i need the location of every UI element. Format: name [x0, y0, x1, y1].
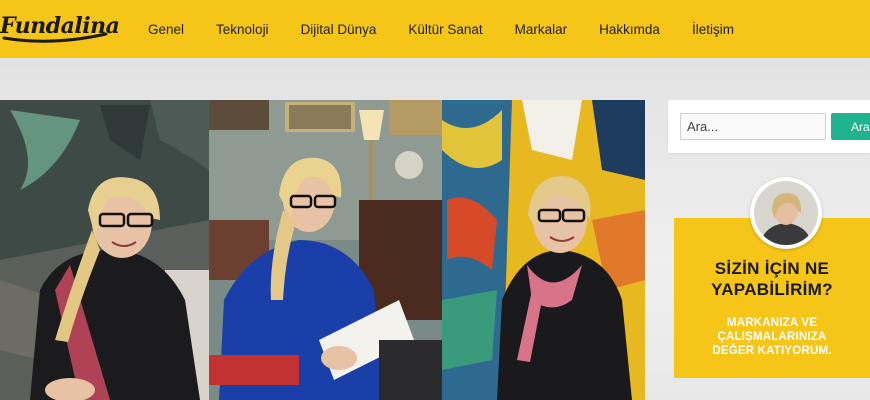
promo-title-line-2: YAPABİLİRİM?: [711, 280, 833, 299]
search-button[interactable]: Ara: [831, 113, 870, 140]
photo-2-image: [209, 100, 442, 400]
logo-swoosh-icon: [2, 32, 108, 43]
promo-title-line-1: SİZİN İÇİN NE: [714, 259, 830, 278]
promo-subtitle-line-3: DEĞER KATIYORUM.: [712, 345, 832, 357]
site-logo[interactable]: Fundalina: [0, 12, 120, 46]
nav-item-hakkimda[interactable]: Hakkımda: [583, 22, 676, 37]
promo-subtitle-line-1: MARKANIZA VE: [726, 317, 818, 329]
main-nav: Genel Teknoloji Dijital Dünya Kültür San…: [132, 0, 750, 58]
photo-1[interactable]: [0, 100, 209, 400]
photo-3-image: [442, 100, 645, 400]
photo-strip: [0, 100, 645, 400]
nav-item-markalar[interactable]: Markalar: [499, 22, 584, 37]
photo-3[interactable]: [442, 100, 645, 400]
nav-item-kultur-sanat[interactable]: Kültür Sanat: [392, 22, 498, 37]
avatar: [750, 177, 822, 249]
nav-item-genel[interactable]: Genel: [132, 22, 200, 37]
search-input[interactable]: [680, 113, 826, 140]
nav-item-dijital-dunya[interactable]: Dijital Dünya: [285, 22, 393, 37]
photo-1-image: [0, 100, 209, 400]
nav-item-iletisim[interactable]: İletişim: [676, 22, 750, 37]
promo-subtitle-line-2: ÇALIŞMALARINIZA: [717, 331, 827, 343]
nav-item-teknoloji[interactable]: Teknoloji: [200, 22, 285, 37]
search-widget: Ara: [668, 100, 870, 153]
site-header: Fundalina Genel Teknoloji Dijital Dünya …: [0, 0, 870, 58]
avatar-image: [754, 181, 818, 245]
promo-subtitle: MARKANIZA VE ÇALIŞMALARINIZA DEĞER KATIY…: [674, 316, 870, 358]
photo-2[interactable]: [209, 100, 442, 400]
promo-title: SİZİN İÇİN NE YAPABİLİRİM?: [674, 258, 870, 300]
